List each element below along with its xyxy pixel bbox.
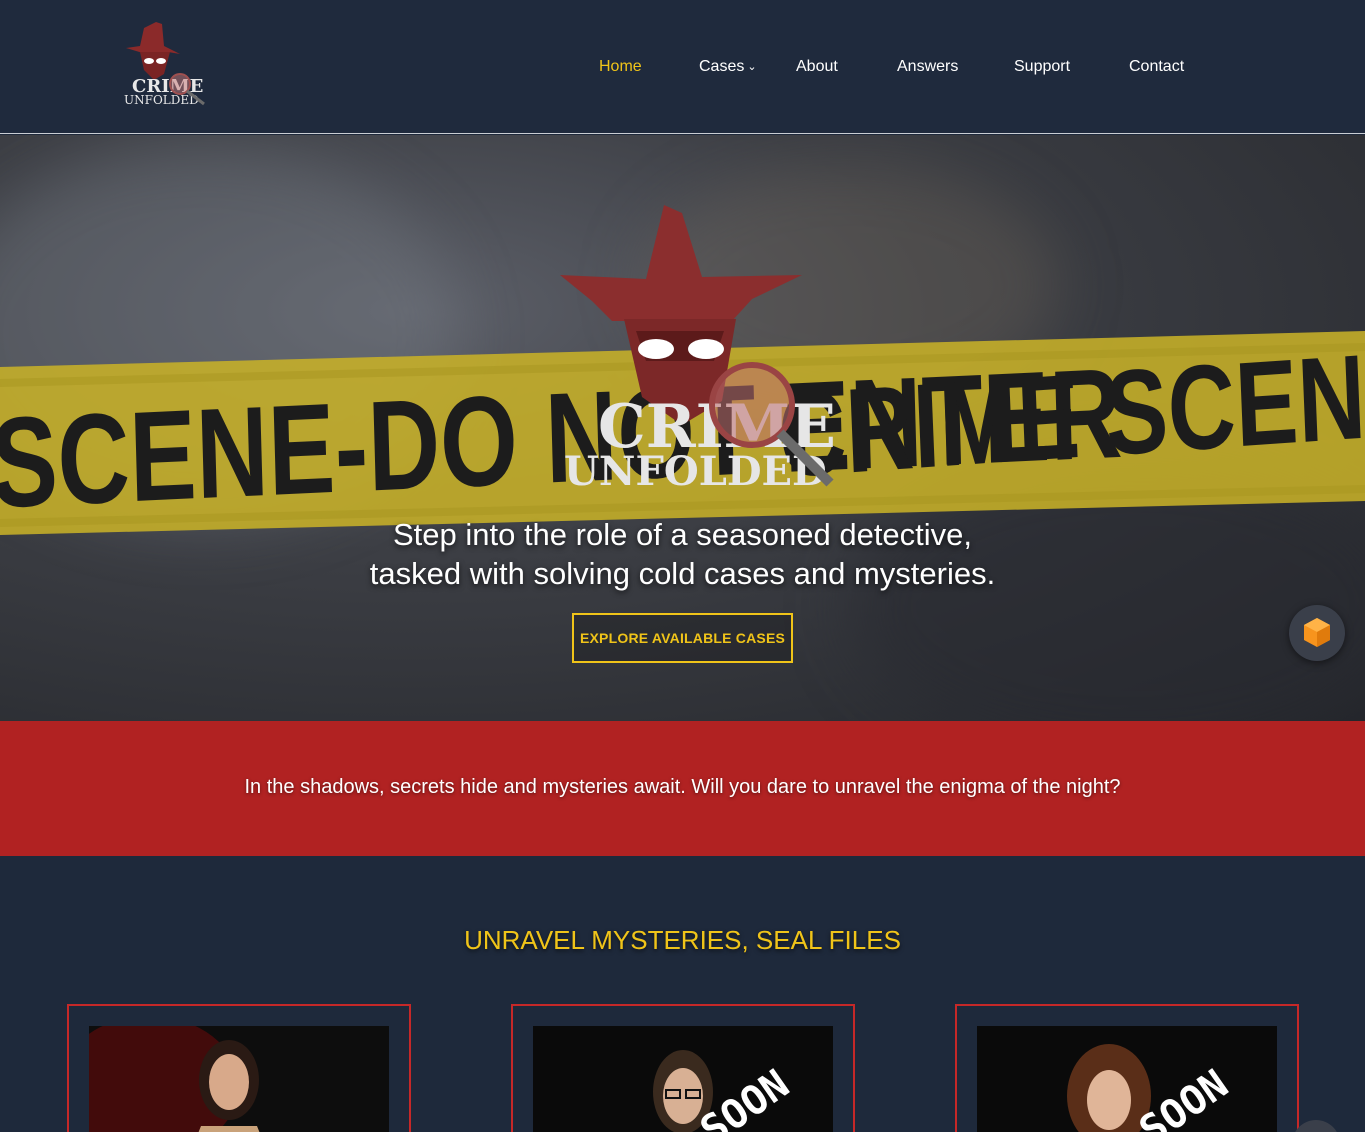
detective-hat-icon: CRIME UNFOLDED [560,205,836,495]
nav-item-support[interactable]: Support [1014,56,1070,78]
floating-widget-button[interactable] [1289,605,1345,661]
intro-band: In the shadows, secrets hide and mysteri… [0,721,1365,856]
nav-item-about[interactable]: About [796,56,838,78]
site-header: CRIME UNFOLDED Home Cases ⌄ About Answers… [0,0,1365,134]
scroll-to-top-button[interactable] [1292,1120,1340,1132]
case-card-image: SOON [977,1026,1277,1132]
explore-cases-button[interactable]: EXPLORE AVAILABLE CASES [572,613,793,663]
nav-item-cases[interactable]: Cases ⌄ [699,56,757,78]
main-nav: Home Cases ⌄ About Answers Support Contac… [0,56,1365,78]
woman-portrait-image: SOON [533,1026,833,1132]
case-card-image [89,1026,389,1132]
hero-tagline-line2: tasked with solving cold cases and myste… [369,556,996,591]
hero-tagline: Step into the role of a seasoned detecti… [0,515,1365,593]
nav-item-home[interactable]: Home [599,56,642,78]
hero-logo: CRIME UNFOLDED [552,201,842,501]
woman-portrait-image [89,1026,389,1132]
intro-text: In the shadows, secrets hide and mysteri… [244,776,1121,798]
case-card-image: SOON [533,1026,833,1132]
case-card[interactable]: SOON [955,1004,1299,1132]
hero-tagline-line1: Step into the role of a seasoned detecti… [392,517,973,552]
nav-item-contact[interactable]: Contact [1129,56,1184,78]
nav-item-cases-label: Cases [699,58,745,75]
chevron-down-icon: ⌄ [747,61,757,73]
case-card[interactable] [67,1004,411,1132]
hero-logo-line2: UNFOLDED [564,448,827,495]
logo-text-line2: UNFOLDED [124,93,199,107]
nav-item-answers[interactable]: Answers [897,56,958,78]
cases-section-title: UNRAVEL MYSTERIES, SEAL FILES [464,925,901,955]
case-card[interactable]: SOON [511,1004,855,1132]
woman-portrait-image: SOON [977,1026,1277,1132]
hero-banner: SCENE-DO NOT ENTER CRIME SCENE-DO NO CRI… [0,135,1365,721]
cube-icon [1304,618,1330,647]
